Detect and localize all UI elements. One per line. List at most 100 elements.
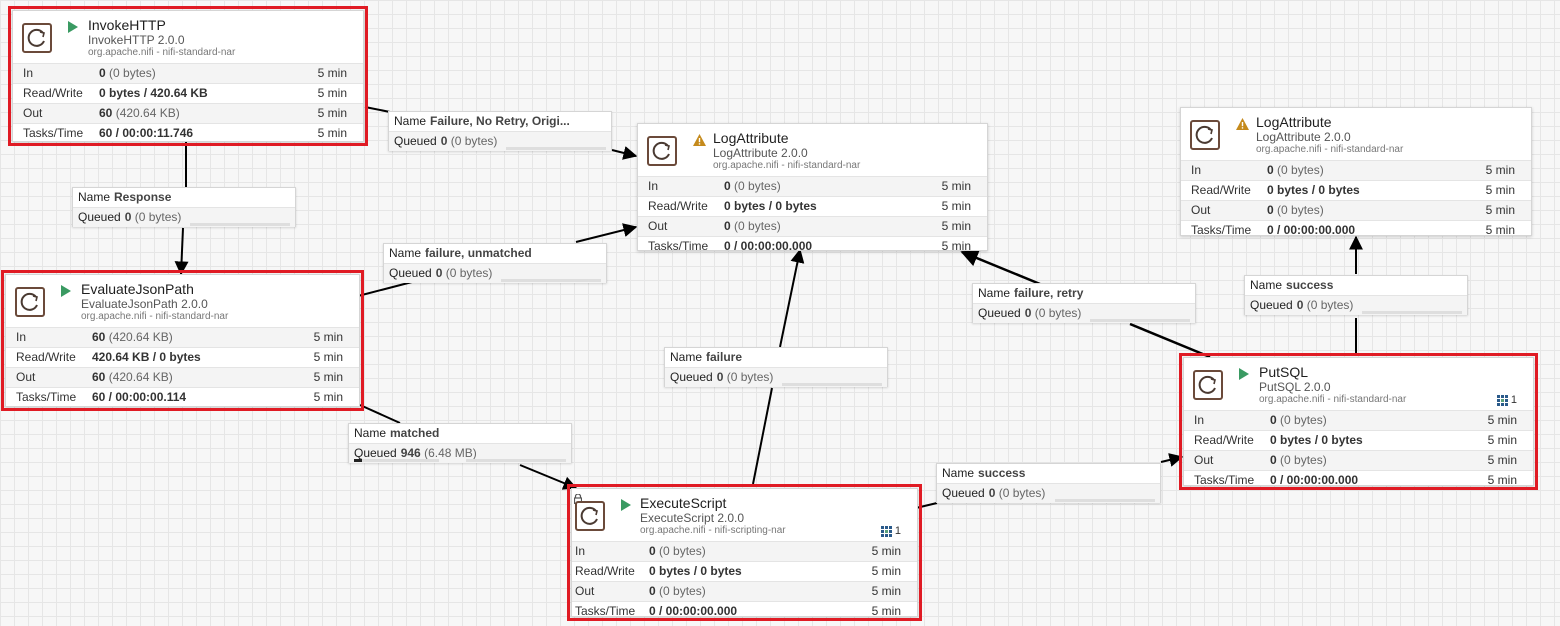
queued-count: 0 [1024,306,1032,320]
processor-type: InvokeHTTP 2.0.0 [88,33,185,47]
connection-sql-success[interactable]: Name success Queued 0 (0 bytes) [1244,275,1468,315]
processor-name: InvokeHTTP [88,17,166,33]
connection-name-row: Name failure, unmatched [384,244,606,263]
connection-matched[interactable]: Name matched Queued 946 (6.48 MB) [348,423,572,463]
stat-label: Read/Write [1194,433,1254,447]
stat-value: 0 / 00:00:00.000 [724,237,812,255]
connection-queued-key: Queued [78,210,121,224]
stat-row-read-write: Read/Write 0 bytes / 0 bytes 5 min [1181,180,1531,200]
stat-value: 0 (0 bytes) [724,177,781,195]
connection-line-script-failure-2[interactable] [779,248,805,348]
processor-execute-script[interactable]: ExecuteScript ExecuteScript 2.0.0 org.ap… [567,484,922,621]
stat-row-tasks-time: Tasks/Time 60 / 00:00:00.114 5 min [6,387,359,407]
queue-bar-size [466,459,566,462]
stat-time: 5 min [941,179,971,193]
stat-value-main: 60 [92,330,106,344]
connection-line-failure-unmatched-2[interactable] [575,223,638,243]
connection-failure-unmatched[interactable]: Name failure, unmatched Queued 0 (0 bytes) [383,243,607,283]
processor-type: LogAttribute 2.0.0 [713,146,808,160]
threads-count: 1 [894,525,901,537]
stat-time: 5 min [941,239,971,253]
stat-value-main: 0 / 00:00:00.000 [649,604,738,618]
connection-invoke-failure[interactable]: Name Failure, No Retry, Origi... Queued 0 … [388,111,612,151]
stat-time: 5 min [871,564,901,578]
stat-label: Out [1194,453,1214,467]
queued-count: 0 [1296,298,1304,312]
connection-name-key: Name [978,286,1011,300]
connection-line-response-2[interactable] [174,227,189,276]
connection-failure-retry[interactable]: Name failure, retry Queued 0 (0 bytes) [972,283,1196,323]
stat-value-detail: (420.64 KB) [115,106,180,120]
processor-type: LogAttribute 2.0.0 [1256,130,1351,144]
processor-bundle: org.apache.nifi - nifi-standard-nar [1256,144,1404,155]
threads-count: 1 [1510,394,1517,406]
connection-line-matched-2[interactable] [519,464,578,490]
processor-log-attribute-right[interactable]: LogAttribute LogAttribute 2.0.0 org.apac… [1180,107,1532,237]
stat-value-main: 0 bytes / 420.64 KB [99,86,208,100]
processor-type: PutSQL 2.0.0 [1259,380,1331,394]
connection-line-script-success[interactable] [915,502,938,509]
stat-row-read-write: Read/Write 0 bytes / 420.64 KB 5 min [13,83,363,103]
connection-queued-row: Queued 0 (0 bytes) [73,207,295,227]
connection-line-script-success-2[interactable] [1160,453,1184,467]
warning-icon[interactable] [1235,117,1250,131]
stat-value-detail: (0 bytes) [1277,203,1324,217]
stat-time: 5 min [1485,223,1515,237]
connection-queued-row: Queued 946 (6.48 MB) [349,443,571,463]
stat-label: Out [16,370,36,384]
stat-time: 5 min [871,584,901,598]
connection-line-failure-unmatched[interactable] [357,281,413,297]
queue-bar [506,147,606,150]
stat-value-main: 0 [649,584,656,598]
connection-line-failure-retry-2[interactable] [960,249,1041,286]
stat-time: 5 min [871,544,901,558]
processor-header: InvokeHTTP InvokeHTTP 2.0.0 org.apache.n… [13,11,363,63]
connection-line-script-failure[interactable] [752,387,773,485]
stat-label: Tasks/Time [575,604,636,618]
stat-label: In [16,330,27,344]
connection-script-failure[interactable]: Name failure Queued 0 (0 bytes) [664,347,888,387]
stat-row-tasks-time: Tasks/Time 60 / 00:00:11.746 5 min [13,123,363,143]
connection-name: failure, unmatched [425,246,532,260]
stat-value: 60 (420.64 KB) [92,328,173,346]
connection-line-invoke-failure-2[interactable] [611,146,638,160]
stat-value: 0 bytes / 0 bytes [1267,181,1360,199]
stat-row-read-write: Read/Write 0 bytes / 0 bytes 5 min [1184,430,1533,450]
stat-value-main: 0 [1267,163,1274,177]
stat-time: 5 min [1485,203,1515,217]
queue-bar [1090,319,1190,322]
stat-row-read-write: Read/Write 0 bytes / 0 bytes 5 min [638,196,987,216]
stat-value: 60 (420.64 KB) [92,368,173,386]
warning-icon[interactable] [692,133,707,147]
processor-name: ExecuteScript [640,495,727,511]
processor-name: LogAttribute [713,130,789,146]
processor-invoke-http[interactable]: InvokeHTTP InvokeHTTP 2.0.0 org.apache.n… [8,6,368,146]
stat-value: 0 (0 bytes) [1270,451,1327,469]
stat-time: 5 min [1487,453,1517,467]
processor-evaluate-json-path[interactable]: EvaluateJsonPath EvaluateJsonPath 2.0.0 … [1,270,364,411]
connection-script-success[interactable]: Name success Queued 0 (0 bytes) [936,463,1161,503]
processor-name: EvaluateJsonPath [81,281,194,297]
stat-row-in: In 0 (0 bytes) 5 min [13,63,363,83]
stat-value: 60 (420.64 KB) [99,104,180,122]
processor-put-sql[interactable]: PutSQL PutSQL 2.0.0 org.apache.nifi - ni… [1179,353,1538,490]
connection-queued-key: Queued [670,370,713,384]
connection-line-failure-retry[interactable] [1129,322,1211,359]
stat-row-in: In 60 (420.64 KB) 5 min [6,327,359,347]
stat-value: 0 / 00:00:00.000 [649,602,737,620]
stat-label: In [23,66,34,80]
processor-log-attribute-center[interactable]: LogAttribute LogAttribute 2.0.0 org.apac… [637,123,988,253]
connection-queued-key: Queued [978,306,1021,320]
connection-response[interactable]: Name Response Queued 0 (0 bytes) [72,187,296,227]
connection-line-invoke-failure[interactable] [364,106,391,113]
processor-name: LogAttribute [1256,114,1332,130]
stat-time: 5 min [317,66,347,80]
processor-type: EvaluateJsonPath 2.0.0 [81,297,208,311]
queued-size: (6.48 MB) [424,446,477,460]
stat-value-main: 420.64 KB / 0 bytes [92,350,201,364]
stat-value-detail: (0 bytes) [1277,163,1324,177]
connection-line-matched[interactable] [359,404,401,424]
stat-time: 5 min [1487,473,1517,487]
stat-label: In [1194,413,1205,427]
stat-value-main: 60 / 00:00:11.746 [99,126,194,140]
